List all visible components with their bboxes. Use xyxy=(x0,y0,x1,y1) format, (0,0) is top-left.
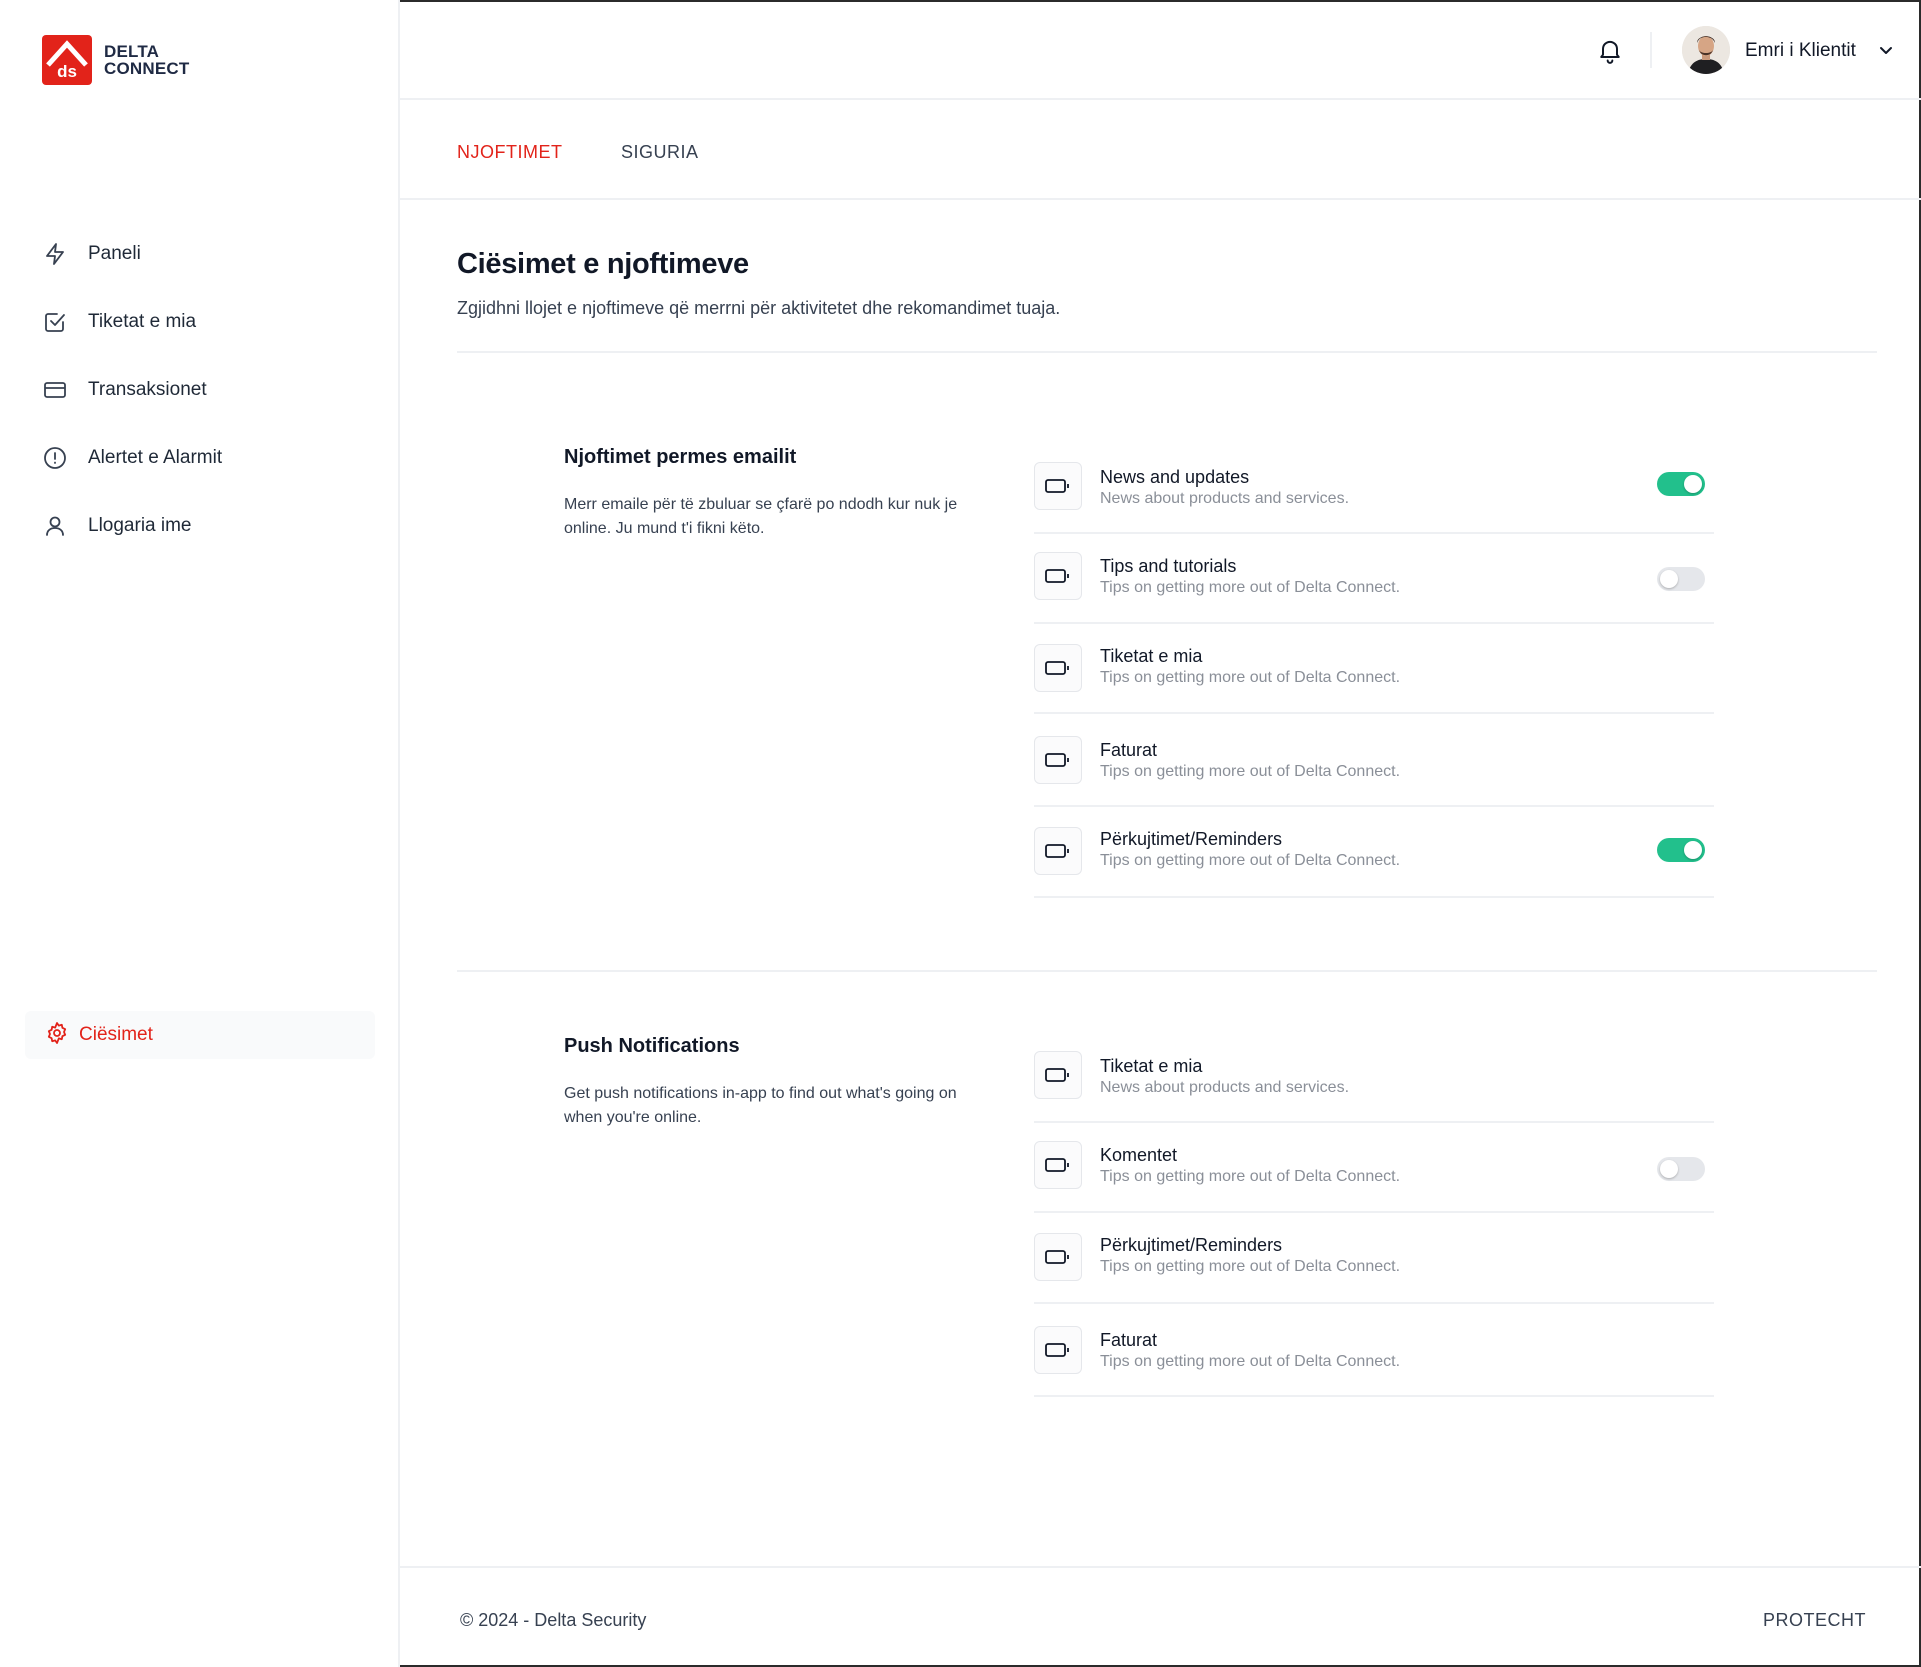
setting-description: Tips on getting more out of Delta Connec… xyxy=(1100,1168,1401,1185)
sidebar-item-label: Ciësimet xyxy=(79,1024,153,1045)
battery-icon xyxy=(1034,644,1082,692)
delta-logo-icon: ds xyxy=(42,35,92,85)
logo-mark-text: ds xyxy=(57,62,77,81)
sidebar-item-label: Paneli xyxy=(88,243,141,264)
battery-icon xyxy=(1034,552,1082,600)
tab-siguria[interactable]: SIGURIA xyxy=(621,142,699,163)
bell-icon[interactable] xyxy=(1596,36,1624,64)
footer-brand[interactable]: PROTECHT xyxy=(1763,1610,1866,1631)
setting-description: News about products and services. xyxy=(1100,490,1350,507)
battery-icon xyxy=(1034,1326,1082,1374)
setting-title: Komentet xyxy=(1100,1145,1178,1165)
tab-njoftimet[interactable]: NJOFTIMET xyxy=(457,142,563,163)
setting-description: Tips on getting more out of Delta Connec… xyxy=(1100,763,1401,780)
list-item: Përkujtimet/Reminders Tips on getting mo… xyxy=(1034,807,1714,898)
setting-title: Përkujtimet/Reminders xyxy=(1100,829,1283,849)
topbar-divider xyxy=(1650,32,1652,68)
gear-icon xyxy=(45,1021,69,1050)
logo-text-line1: DELTA xyxy=(104,42,160,61)
push-section-description: Get push notifications in-app to find ou… xyxy=(564,1085,957,1126)
setting-title: Faturat xyxy=(1100,740,1158,760)
logo-text-line2: CONNECT xyxy=(104,59,190,78)
setting-title: News and updates xyxy=(1100,467,1250,487)
sidebar: ds DELTA CONNECT Paneli Tiketat e mia Tr… xyxy=(0,0,400,1667)
battery-icon xyxy=(1034,1051,1082,1099)
sidebar-item-settings[interactable]: Ciësimet xyxy=(25,1011,375,1059)
battery-icon xyxy=(1034,736,1082,784)
list-item: Komentet Tips on getting more out of Del… xyxy=(1034,1123,1714,1213)
list-item: Faturat Tips on getting more out of Delt… xyxy=(1034,1304,1714,1397)
list-item: Tips and tutorials Tips on getting more … xyxy=(1034,534,1714,624)
chevron-down-icon[interactable] xyxy=(1878,42,1894,58)
email-section-title: Njoftimet permes emailit xyxy=(564,446,797,468)
checkbox-icon xyxy=(42,309,68,335)
logo[interactable]: ds DELTA CONNECT xyxy=(42,35,189,85)
setting-description: Tips on getting more out of Delta Connec… xyxy=(1100,579,1401,596)
email-settings-list: News and updates News about products and… xyxy=(1034,462,1714,898)
lightning-icon xyxy=(42,241,68,267)
sidebar-item-llogaria[interactable]: Llogaria ime xyxy=(42,492,372,560)
toggle-switch[interactable] xyxy=(1657,1157,1705,1181)
setting-description: Tips on getting more out of Delta Connec… xyxy=(1100,1353,1401,1370)
sidebar-item-paneli[interactable]: Paneli xyxy=(42,220,372,288)
push-settings-list: Tiketat e mia News about products and se… xyxy=(1034,1051,1714,1397)
sidebar-item-alertet[interactable]: Alertet e Alarmit xyxy=(42,424,372,492)
list-item: Përkujtimet/Reminders Tips on getting mo… xyxy=(1034,1213,1714,1304)
section-divider xyxy=(457,970,1877,972)
setting-description: Tips on getting more out of Delta Connec… xyxy=(1100,1258,1401,1275)
battery-icon xyxy=(1034,827,1082,875)
setting-description: News about products and services. xyxy=(1100,1079,1350,1096)
top-bar: Emri i Klientit xyxy=(400,0,1921,100)
alert-circle-icon xyxy=(42,445,68,471)
toggle-switch[interactable] xyxy=(1657,472,1705,496)
list-item: Tiketat e mia News about products and se… xyxy=(1034,1051,1714,1123)
sidebar-item-label: Llogaria ime xyxy=(88,515,192,536)
page-subtitle: Zgjidhni llojet e njoftimeve që merrni p… xyxy=(457,298,1061,318)
battery-icon xyxy=(1034,1233,1082,1281)
list-item: Tiketat e mia Tips on getting more out o… xyxy=(1034,624,1714,714)
toggle-knob xyxy=(1684,475,1702,493)
setting-title: Tiketat e mia xyxy=(1100,1056,1203,1076)
toggle-switch[interactable] xyxy=(1657,838,1705,862)
battery-icon xyxy=(1034,1141,1082,1189)
sidebar-nav: Paneli Tiketat e mia Transaksionet Alert… xyxy=(42,220,372,560)
user-name[interactable]: Emri i Klientit xyxy=(1745,40,1856,62)
list-item: Faturat Tips on getting more out of Delt… xyxy=(1034,714,1714,807)
sidebar-item-label: Transaksionet xyxy=(88,379,207,400)
credit-card-icon xyxy=(42,377,68,403)
setting-title: Tiketat e mia xyxy=(1100,646,1203,666)
section-divider xyxy=(457,351,1877,353)
avatar[interactable] xyxy=(1682,26,1730,74)
footer: © 2024 - Delta Security PROTECHT xyxy=(400,1566,1921,1667)
toggle-knob xyxy=(1660,1160,1678,1178)
user-icon xyxy=(42,513,68,539)
email-section-description: Merr emaile për të zbuluar se çfarë po n… xyxy=(564,496,958,537)
sidebar-item-label: Alertet e Alarmit xyxy=(88,447,223,468)
toggle-switch[interactable] xyxy=(1657,567,1705,591)
page-title: Ciësimet e njoftimeve xyxy=(457,248,749,280)
setting-description: Tips on getting more out of Delta Connec… xyxy=(1100,852,1401,869)
setting-title: Përkujtimet/Reminders xyxy=(1100,1235,1283,1255)
logo-text: DELTA CONNECT xyxy=(104,43,189,77)
push-section-title: Push Notifications xyxy=(564,1035,740,1057)
tab-bar: NJOFTIMET SIGURIA xyxy=(400,102,1921,200)
setting-title: Tips and tutorials xyxy=(1100,556,1237,576)
setting-title: Faturat xyxy=(1100,1330,1158,1350)
toggle-knob xyxy=(1684,841,1702,859)
sidebar-item-label: Tiketat e mia xyxy=(88,311,197,332)
sidebar-item-transaksionet[interactable]: Transaksionet xyxy=(42,356,372,424)
toggle-knob xyxy=(1660,570,1678,588)
battery-icon xyxy=(1034,462,1082,510)
copyright: © 2024 - Delta Security xyxy=(460,1610,647,1630)
setting-description: Tips on getting more out of Delta Connec… xyxy=(1100,669,1401,686)
sidebar-item-tiketat[interactable]: Tiketat e mia xyxy=(42,288,372,356)
list-item: News and updates News about products and… xyxy=(1034,462,1714,534)
